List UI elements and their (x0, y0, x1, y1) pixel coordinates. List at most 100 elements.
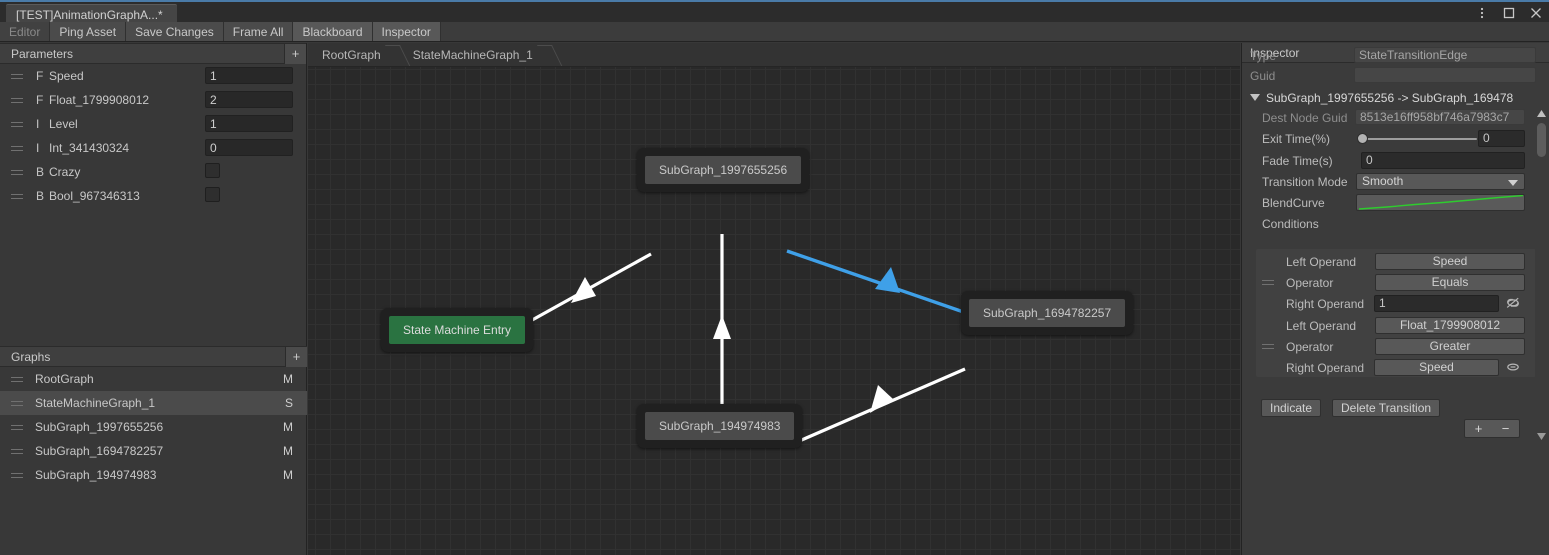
graph-list-item[interactable]: RootGraph M (0, 367, 307, 391)
parameter-value-checkbox[interactable] (205, 187, 220, 202)
exit-time-slider-knob[interactable] (1357, 133, 1368, 144)
scroll-down-icon[interactable] (1535, 430, 1548, 443)
inspector-scrollbar-thumb[interactable] (1537, 123, 1546, 157)
chevron-down-icon[interactable] (1250, 94, 1260, 101)
drag-handle-icon[interactable] (11, 193, 27, 199)
fade-time-label: Fade Time(s) (1262, 153, 1333, 168)
graph-node-label: SubGraph_1694782257 (969, 299, 1126, 327)
add-parameter-button[interactable]: + (284, 44, 306, 64)
right-operand-input[interactable]: 1 (1374, 295, 1499, 312)
guid-value (1354, 67, 1536, 83)
parameter-name: Crazy (49, 165, 81, 179)
parameter-value-input[interactable]: 0 (205, 139, 293, 156)
drag-handle-icon[interactable] (11, 97, 27, 103)
drag-handle-icon[interactable] (11, 376, 27, 382)
drag-handle-icon[interactable] (11, 400, 27, 406)
graph-list-item[interactable]: SubGraph_194974983 M (0, 463, 307, 487)
add-graph-button[interactable]: + (285, 347, 307, 367)
exit-time-value-input[interactable]: 0 (1478, 130, 1525, 147)
edge-subgraph-1694782257-to-subgraph-194974983[interactable] (796, 367, 966, 444)
graph-canvas[interactable]: SubGraph_1997655256 State Machine Entry … (308, 67, 1240, 555)
fade-time-value-input[interactable]: 0 (1361, 152, 1525, 169)
operator-button[interactable]: Greater (1375, 338, 1525, 355)
indicate-button[interactable]: Indicate (1261, 399, 1322, 417)
graph-list-item[interactable]: StateMachineGraph_1 S (0, 391, 307, 415)
drag-handle-icon[interactable] (1262, 344, 1278, 349)
delete-transition-button[interactable]: Delete Transition (1332, 399, 1441, 417)
blend-curve-graph (1358, 195, 1524, 210)
parameter-type: I (36, 117, 40, 131)
breadcrumb-item-statemachinegraph-1[interactable]: StateMachineGraph_1 (399, 43, 551, 67)
operator-button[interactable]: Equals (1375, 274, 1525, 291)
graph-node-subgraph-1997655256[interactable]: SubGraph_1997655256 (637, 148, 810, 192)
toolbar-empty-space (440, 22, 1549, 41)
conditions-label: Conditions (1262, 216, 1319, 231)
edge-subgraph-194974983-to-subgraph-1997655256[interactable] (713, 234, 731, 429)
parameter-name: Level (49, 117, 78, 131)
blackboard-toggle-button[interactable]: Blackboard (293, 22, 373, 41)
parameter-value-input[interactable]: 1 (205, 67, 293, 84)
ping-asset-button[interactable]: Ping Asset (50, 22, 127, 41)
inspector-scrollbar[interactable] (1535, 107, 1548, 443)
more-options-icon[interactable] (1475, 6, 1489, 20)
blend-curve-label: BlendCurve (1262, 195, 1325, 210)
drag-handle-icon[interactable] (11, 121, 27, 127)
window-controls (1475, 2, 1543, 24)
parameter-value-input[interactable]: 2 (205, 91, 293, 108)
drag-handle-icon[interactable] (11, 472, 27, 478)
parameter-row[interactable]: F Speed 1 (0, 64, 306, 88)
parameter-type: B (36, 189, 45, 203)
animation-graph-editor-window: [TEST]AnimationGraphA...* Editor Ping As… (0, 0, 1549, 555)
parameter-row[interactable]: I Level 1 (0, 112, 306, 136)
frame-all-button[interactable]: Frame All (223, 22, 294, 41)
maximize-icon[interactable] (1502, 6, 1516, 20)
edge-subgraph-1997655256-to-subgraph-1694782257-selected[interactable] (786, 249, 979, 319)
left-operand-button[interactable]: Speed (1375, 253, 1525, 270)
inspector-toggle-button[interactable]: Inspector (372, 22, 441, 41)
left-operand-button[interactable]: Float_1799908012 (1375, 317, 1525, 334)
toolbar-editor-label: Editor (0, 22, 51, 41)
graph-list-item[interactable]: SubGraph_1694782257 M (0, 439, 307, 463)
parameter-row[interactable]: F Float_1799908012 2 (0, 88, 306, 112)
drag-handle-icon[interactable] (11, 145, 27, 151)
parameter-value-input[interactable]: 1 (205, 115, 293, 132)
parameter-row[interactable]: B Bool_967346313 (0, 184, 306, 208)
remove-condition-button[interactable]: − (1492, 420, 1519, 437)
transition-mode-dropdown[interactable]: Smooth (1356, 173, 1525, 190)
inspector-guid-row: Guid (1242, 65, 1549, 86)
link-icon[interactable] (1505, 359, 1521, 375)
drag-handle-icon[interactable] (1262, 280, 1278, 285)
breadcrumb-item-rootgraph[interactable]: RootGraph (308, 43, 399, 67)
link-off-icon[interactable] (1505, 295, 1521, 311)
drag-handle-icon[interactable] (11, 448, 27, 454)
graph-node-subgraph-194974983[interactable]: SubGraph_194974983 (637, 404, 803, 448)
document-tab[interactable]: [TEST]AnimationGraphA...* (6, 4, 177, 24)
blend-curve-editor[interactable] (1356, 194, 1525, 211)
right-operand-button[interactable]: Speed (1374, 359, 1499, 376)
close-icon[interactable] (1529, 6, 1543, 20)
graph-node-state-machine-entry[interactable]: State Machine Entry (381, 308, 534, 352)
condition-1-operator-row: Operator Equals (1242, 272, 1549, 293)
graph-node-label: SubGraph_194974983 (645, 412, 795, 440)
parameters-panel-header: Parameters + (0, 43, 306, 64)
exit-time-slider-track[interactable] (1361, 138, 1477, 140)
parameter-row[interactable]: I Int_341430324 0 (0, 136, 306, 160)
type-label: Type (1250, 48, 1277, 63)
transition-header-label: SubGraph_1997655256 -> SubGraph_169478 (1266, 90, 1514, 105)
graph-node-subgraph-1694782257[interactable]: SubGraph_1694782257 (961, 291, 1134, 335)
drag-handle-icon[interactable] (11, 73, 27, 79)
right-operand-label: Right Operand (1286, 360, 1365, 375)
save-changes-button[interactable]: Save Changes (126, 22, 224, 41)
parameter-row[interactable]: B Crazy (0, 160, 306, 184)
graph-list-item[interactable]: SubGraph_1997655256 M (0, 415, 307, 439)
parameter-value-checkbox[interactable] (205, 163, 220, 178)
drag-handle-icon[interactable] (11, 424, 27, 430)
scroll-up-icon[interactable] (1535, 107, 1548, 120)
parameter-name: Int_341430324 (49, 141, 130, 155)
transition-mode-row: Transition Mode Smooth (1242, 171, 1549, 192)
drag-handle-icon[interactable] (11, 169, 27, 175)
transition-foldout-header[interactable]: SubGraph_1997655256 -> SubGraph_169478 (1242, 87, 1549, 108)
add-condition-button[interactable]: + (1465, 420, 1492, 437)
graphs-section: Graphs + RootGraph M StateMachineGraph_1… (0, 346, 307, 487)
graph-item-label: SubGraph_194974983 (35, 468, 157, 482)
